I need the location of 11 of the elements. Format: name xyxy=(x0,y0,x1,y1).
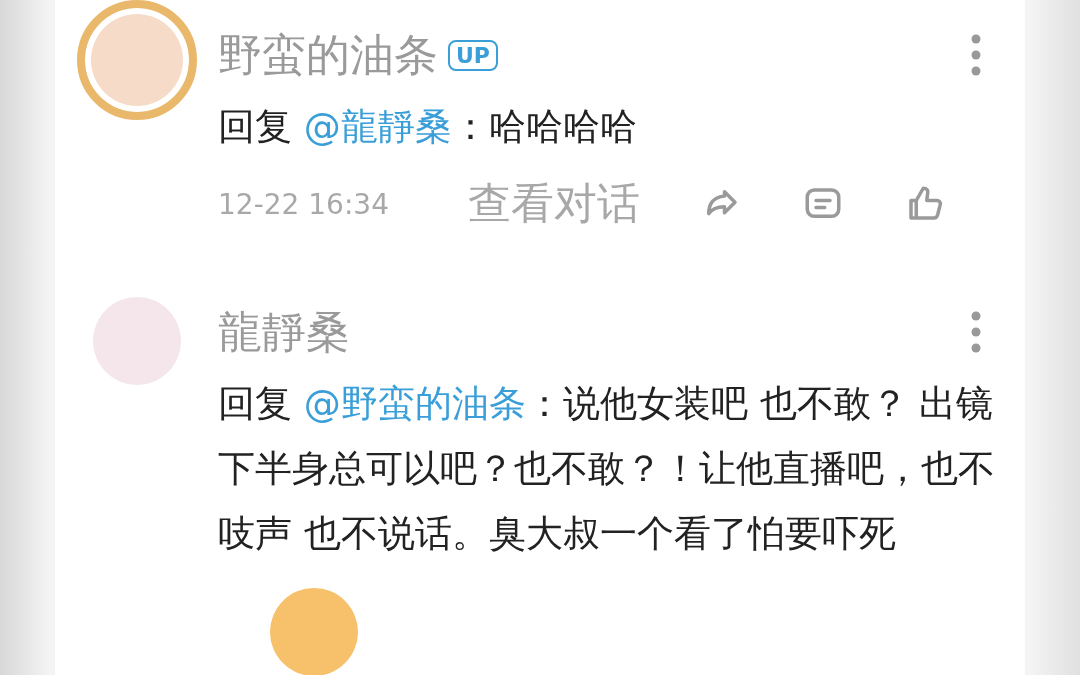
comment-time: 12-22 16:34 xyxy=(218,187,390,221)
username[interactable]: 野蛮的油条 xyxy=(218,25,438,85)
mention-link[interactable]: @龍靜桑 xyxy=(303,105,452,148)
view-dialog-link[interactable]: 查看对话 xyxy=(468,175,640,233)
mention-link[interactable]: @野蛮的油条 xyxy=(303,382,526,425)
up-badge: UP xyxy=(448,39,498,71)
more-icon[interactable] xyxy=(971,34,981,76)
more-icon[interactable] xyxy=(971,311,981,353)
username[interactable]: 龍靜桑 xyxy=(218,302,350,362)
comment-text: 回复 @野蛮的油条：说他女装吧 也不敢？ 出镜下半身总可以吧？也不敢？！让他直播吧，也不吱声 也不说话。臭大叔一个看了怕要吓死 xyxy=(218,381,996,557)
comment-text: 回复 @龍靜桑：哈哈哈哈 xyxy=(218,104,638,150)
